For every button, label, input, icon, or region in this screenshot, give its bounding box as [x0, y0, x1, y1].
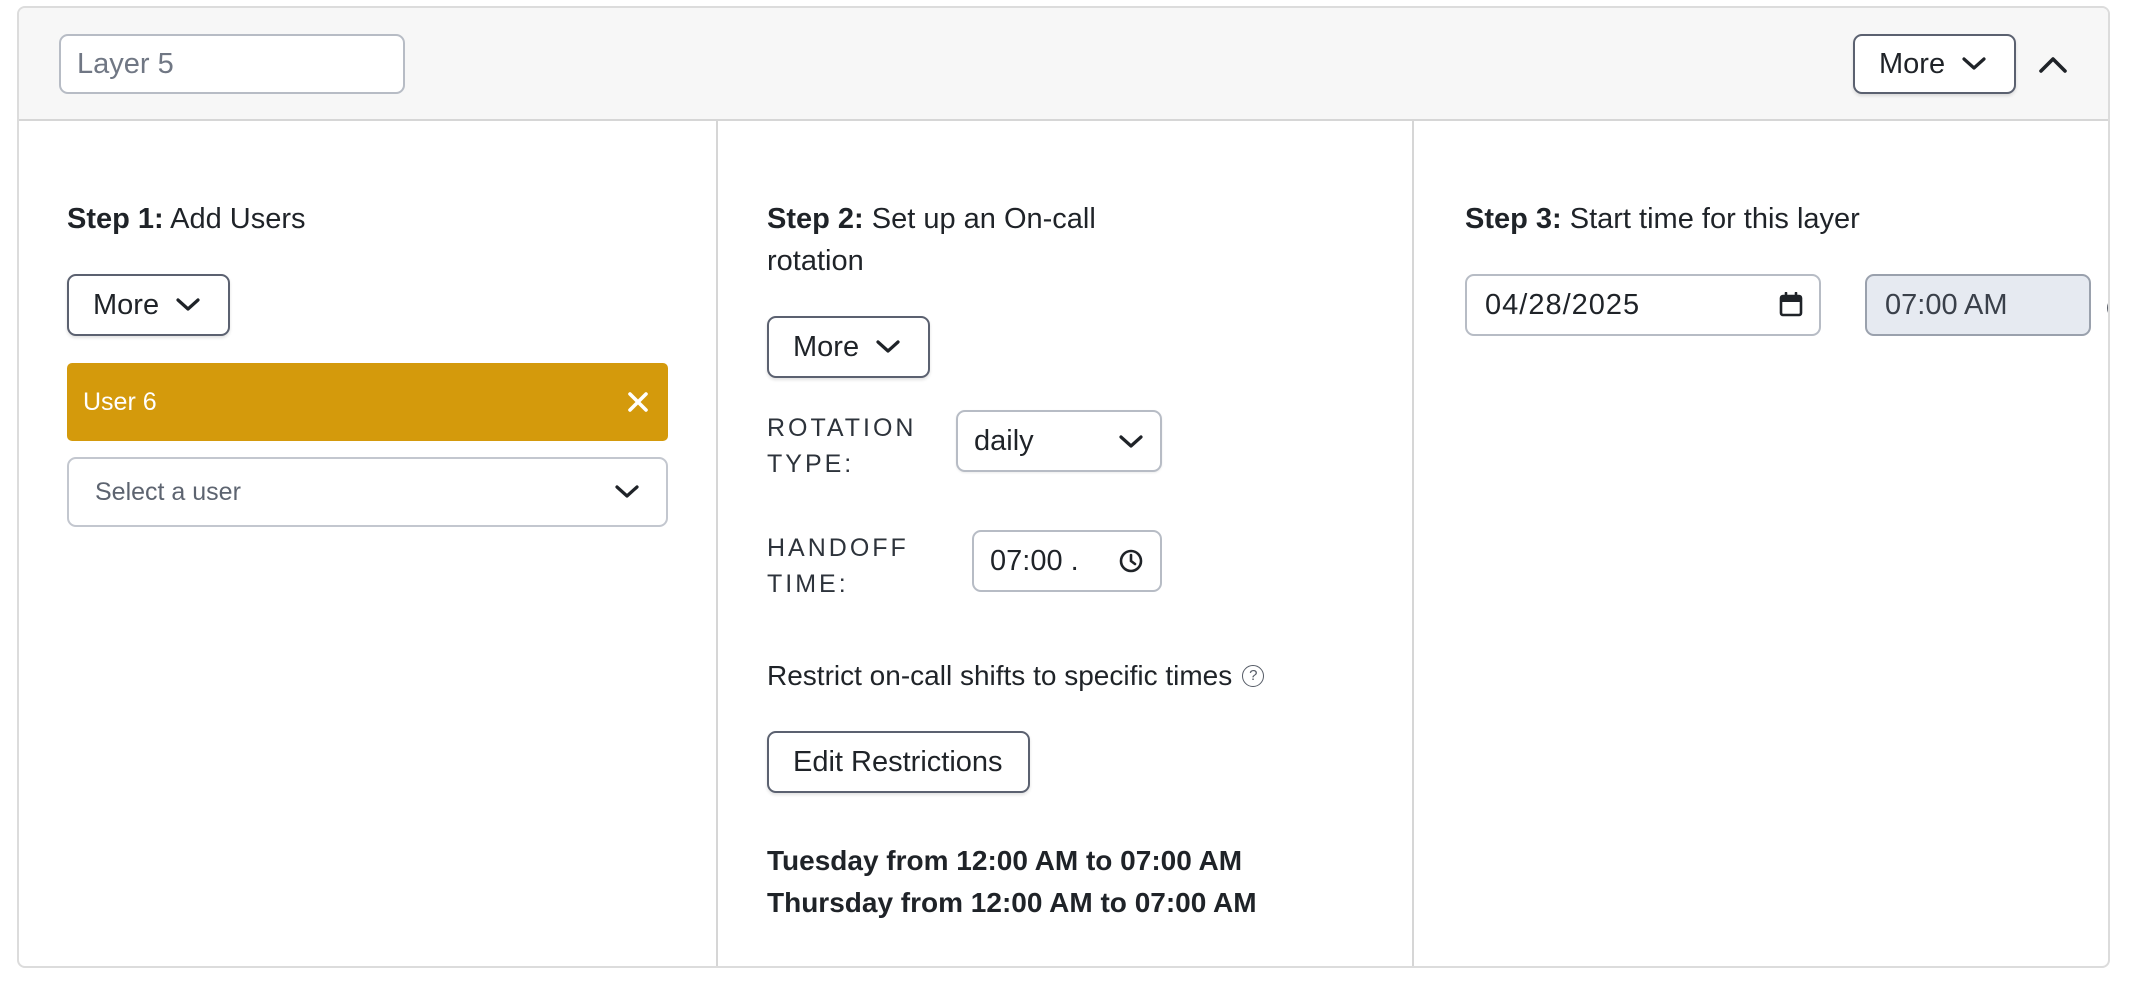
step2-title: Step 2: Set up an On-call rotation [767, 198, 1096, 282]
step1-more-button[interactable]: More [67, 274, 230, 336]
step1-title-text: Add Users [163, 203, 306, 235]
start-date-value: 04/28/2025 [1485, 288, 1641, 321]
user-chip: User 6 [67, 363, 668, 441]
rotation-type-label-line2: TYPE: [767, 450, 855, 478]
help-icon[interactable]: ? [2107, 296, 2108, 320]
step2-title-bold: Step 2: [767, 203, 864, 235]
column-divider [1412, 121, 1414, 966]
calendar-icon[interactable] [1779, 292, 1803, 318]
step3-title: Step 3: Start time for this layer [1465, 198, 1860, 240]
clock-icon[interactable] [1118, 548, 1144, 574]
restriction-item: Tuesday from 12:00 AM to 07:00 AM [767, 845, 1243, 876]
handoff-time-input[interactable]: 07:00 . [972, 530, 1162, 592]
chevron-down-icon [875, 339, 901, 355]
chevron-down-icon [175, 297, 201, 313]
step1-title-bold: Step 1: [67, 203, 164, 235]
step2-more-button[interactable]: More [767, 316, 930, 378]
user-chip-label: User 6 [83, 387, 157, 416]
rotation-type-select[interactable]: daily [956, 410, 1162, 472]
start-time-value: 07:00 AM [1885, 288, 2008, 321]
more-button-label: More [793, 330, 860, 363]
handoff-time-label-line2: TIME: [767, 570, 849, 598]
rotation-type-value: daily [974, 424, 1034, 457]
more-button-label: More [1879, 47, 1946, 80]
layer-more-button[interactable]: More [1853, 34, 2016, 94]
start-time-input[interactable]: 07:00 AM [1865, 274, 2091, 336]
help-icon[interactable]: ? [1242, 665, 1265, 687]
restriction-item: Thursday from 12:00 AM to 07:00 AM [767, 887, 1257, 918]
collapse-layer-button[interactable] [2033, 52, 2073, 82]
layer-panel: More Step 1: Add Users More User 6 Selec… [17, 6, 2110, 968]
rotation-type-label-line1: ROTATION [767, 414, 917, 442]
layer-header: More [19, 8, 2108, 121]
handoff-time-label-line1: HANDOFF [767, 534, 909, 562]
step1-title: Step 1: Add Users [67, 198, 306, 240]
rotation-type-label: ROTATION TYPE: [767, 410, 916, 482]
layer-name-input[interactable] [59, 34, 405, 94]
start-date-input[interactable]: 04/28/2025 [1465, 274, 1821, 336]
restrict-shifts-text: Restrict on-call shifts to specific time… [767, 660, 1233, 691]
chevron-down-icon [1118, 425, 1144, 458]
edit-restrictions-button[interactable]: Edit Restrictions [767, 731, 1030, 793]
restrict-shifts-label: Restrict on-call shifts to specific time… [767, 656, 1265, 696]
step3-title-text: Start time for this layer [1561, 203, 1860, 235]
column-divider [716, 121, 718, 966]
chevron-down-icon [614, 478, 640, 507]
chevron-up-icon [2037, 55, 2069, 80]
select-user-dropdown[interactable]: Select a user [67, 457, 668, 527]
handoff-time-value: 07:00 . [990, 544, 1079, 577]
step2-title-text-line2: rotation [767, 245, 864, 277]
chevron-down-icon [1961, 56, 1987, 72]
close-icon[interactable] [626, 390, 650, 414]
handoff-time-label: HANDOFF TIME: [767, 530, 909, 602]
more-button-label: More [93, 288, 160, 321]
step2-title-text: Set up an On-call [863, 203, 1096, 235]
edit-restrictions-label: Edit Restrictions [793, 745, 1003, 778]
step3-title-bold: Step 3: [1465, 203, 1562, 235]
select-user-placeholder: Select a user [95, 477, 241, 506]
